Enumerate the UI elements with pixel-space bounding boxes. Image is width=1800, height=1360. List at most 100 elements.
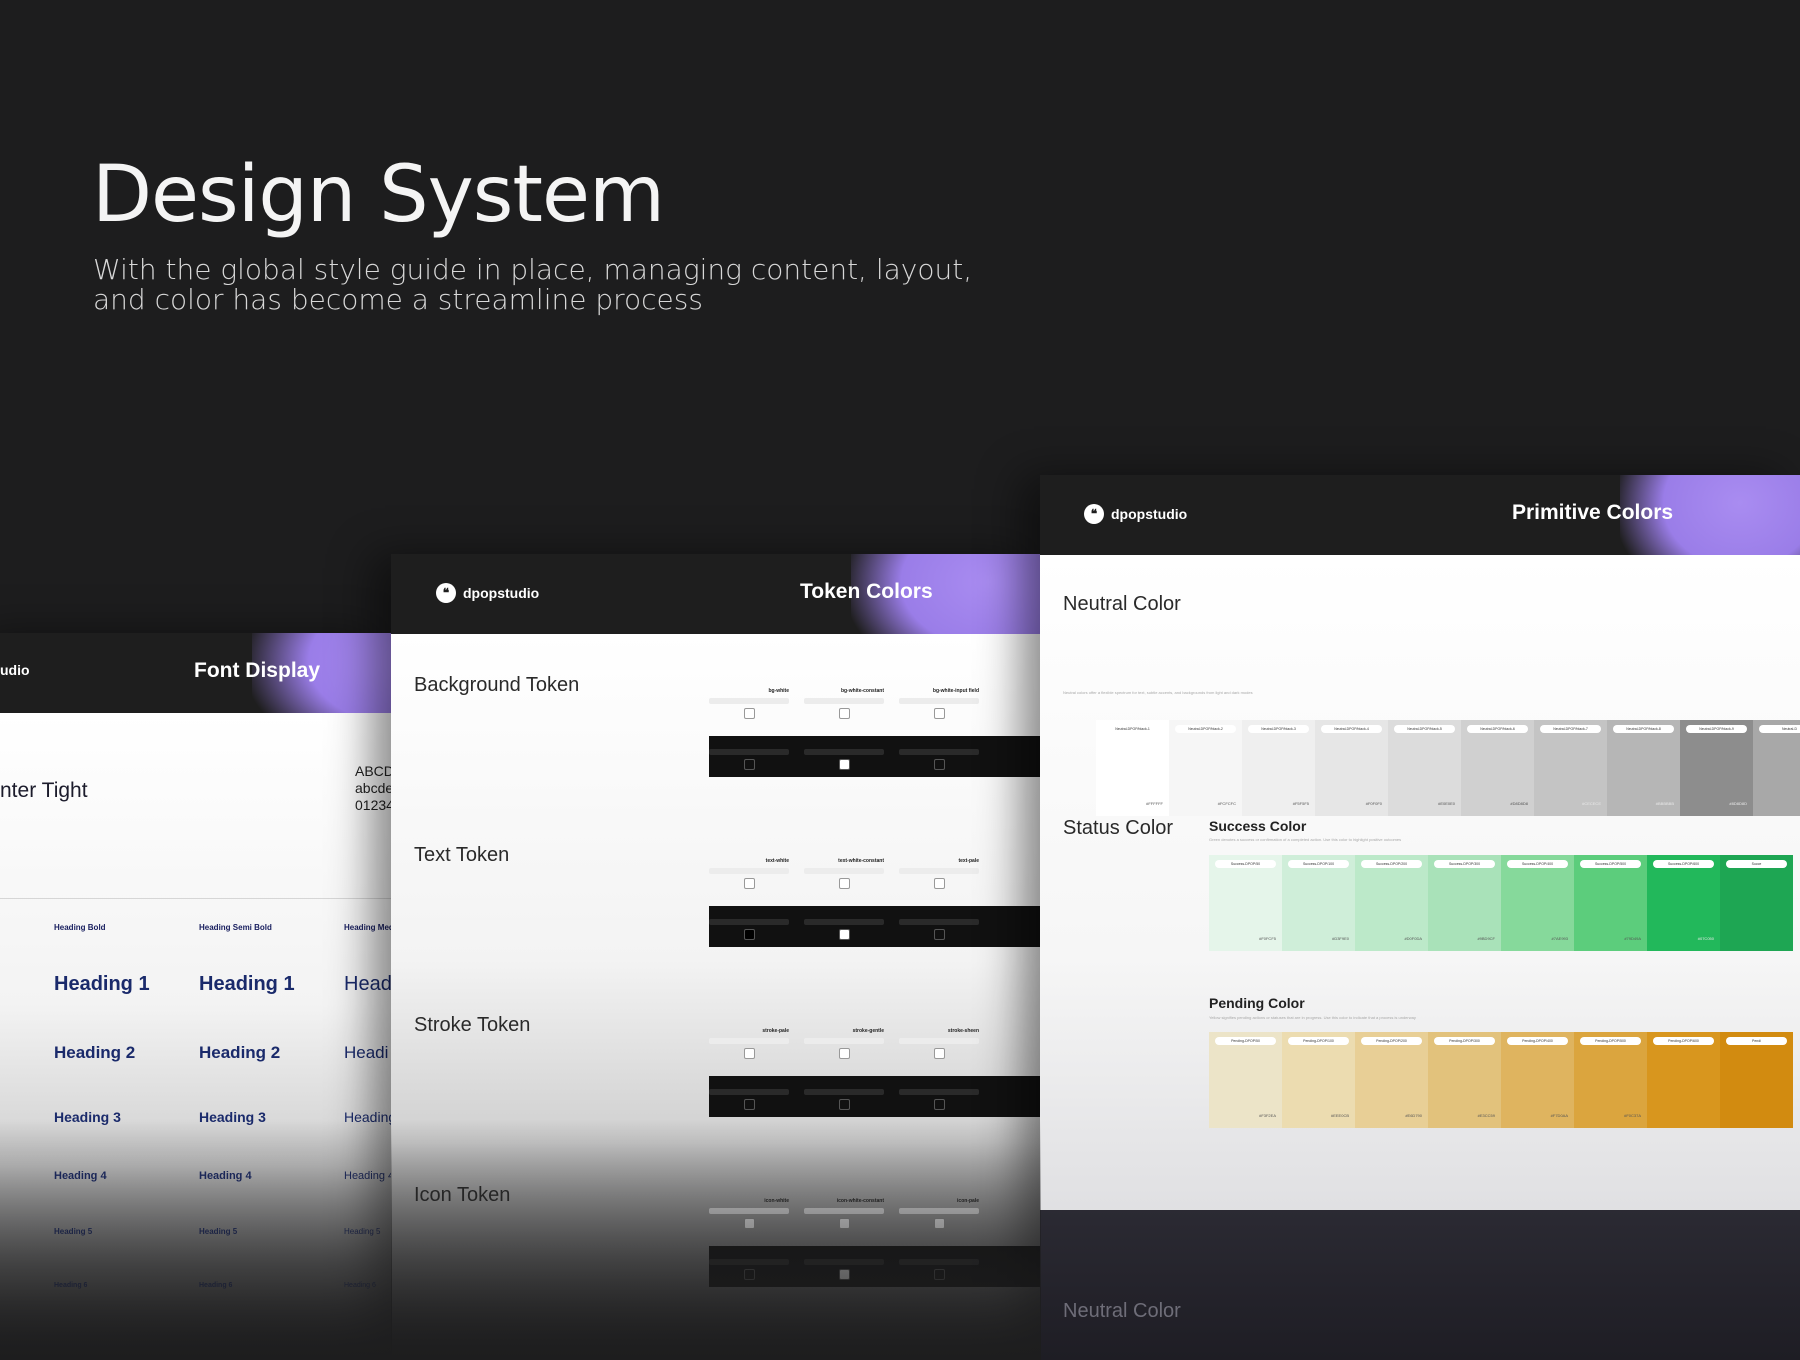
token-swatch	[933, 1099, 945, 1110]
heading-sample: Heading	[344, 1109, 392, 1125]
color-swatch[interactable]: Success-DPOP/50 #F0FCF5	[1209, 855, 1282, 951]
swatch-name: Pending-DPOP/400	[1507, 1037, 1568, 1045]
color-swatch[interactable]: Neutral-DPOP/black-7 #CECECE	[1534, 720, 1607, 816]
token-name: stroke-pale	[762, 1028, 789, 1034]
card-body: Background Token bg-white bg-white-constan…	[391, 634, 1041, 1360]
token-name: text-white	[765, 858, 789, 864]
token-item-dark[interactable]	[899, 915, 979, 940]
swatch-hex: #9BD9CF	[1477, 936, 1495, 941]
swatch-hex: #F0FCF5	[1259, 936, 1276, 941]
heading-sample: Heading 3	[54, 1109, 121, 1125]
color-swatch[interactable]: Success-DPOP/600 #07C050	[1647, 855, 1720, 951]
color-swatch[interactable]: Neutral-DPOP/black-5 #E0E0E0	[1388, 720, 1461, 816]
pending-swatch-row: Pending-DPOP/50 #F3F2EA Pending-DPOP/100 #E…	[1209, 1032, 1793, 1128]
color-swatch[interactable]: Success-DPOP/400 #7AE993	[1501, 855, 1574, 951]
color-swatch[interactable]: Neutral-DPOP/black-4 #F0F0F0	[1315, 720, 1388, 816]
color-swatch[interactable]: Pending-DPOP/600	[1647, 1032, 1720, 1128]
token-item-dark[interactable]	[804, 1255, 884, 1280]
token-swatch	[838, 878, 850, 889]
token-item[interactable]: stroke-pale	[709, 1028, 789, 1059]
color-swatch[interactable]: Neutral-DPOP/black-8 #BBBBBB	[1607, 720, 1680, 816]
token-swatch	[838, 759, 850, 770]
font-display-card[interactable]: udio Font Display nter Tight ABCD abcde …	[0, 633, 392, 1360]
token-item[interactable]: bg-white	[709, 688, 789, 719]
color-swatch[interactable]: Neutral-DPOP/black-9 #8D8D8D	[1680, 720, 1753, 816]
swatch-name: Pending-DPOP/300	[1434, 1037, 1495, 1045]
token-item[interactable]: stroke-sheen	[899, 1028, 979, 1059]
token-grid-dark	[709, 906, 1041, 947]
swatch-hex: #E6D790	[1405, 1113, 1422, 1118]
token-item[interactable]: bg-white-constant	[804, 688, 884, 719]
token-reference-chip	[804, 1259, 884, 1265]
token-reference-chip	[804, 919, 884, 925]
token-item-dark[interactable]	[899, 745, 979, 770]
token-item-dark[interactable]	[709, 745, 789, 770]
token-item-dark[interactable]	[709, 1085, 789, 1110]
swatch-hex: #FFFFFF	[1146, 801, 1163, 806]
color-swatch[interactable]: Pending-DPOP/100 #EEE0CB	[1282, 1032, 1355, 1128]
heading-sample: Heading 1	[54, 973, 150, 995]
token-item-dark[interactable]	[709, 915, 789, 940]
color-swatch[interactable]: Pending-DPOP/200 #E6D790	[1355, 1032, 1428, 1128]
token-item-dark[interactable]	[804, 745, 884, 770]
swatch-hex: #BBBBBB	[1655, 801, 1674, 806]
color-swatch[interactable]: Neutral-DPOP/black-6 #D8D8D8	[1461, 720, 1534, 816]
color-swatch[interactable]: Success-DPOP/100 #D3F9E0	[1282, 855, 1355, 951]
token-swatch	[838, 1048, 850, 1059]
token-item[interactable]: icon-white	[709, 1198, 789, 1229]
token-colors-card[interactable]: ❝ dpopstudio Token Colors Background Tok…	[391, 554, 1041, 1360]
token-swatch	[933, 759, 945, 770]
swatch-name: Neutral-DPOP/black-6	[1467, 725, 1528, 733]
token-swatch	[838, 708, 850, 719]
color-swatch[interactable]: Succe	[1720, 855, 1793, 951]
token-swatch	[838, 1218, 850, 1229]
section-description: Yellow signifies pending actions or stat…	[1209, 1015, 1416, 1020]
token-reference-chip	[709, 1089, 789, 1095]
token-item[interactable]: stroke-gentle	[804, 1028, 884, 1059]
token-item-dark[interactable]	[804, 915, 884, 940]
heading-sample: Heading 2	[199, 1043, 281, 1062]
token-item-dark[interactable]	[899, 1255, 979, 1280]
color-swatch[interactable]: Success-DPOP/200 #D0F0DA	[1355, 855, 1428, 951]
swatch-name: Succe	[1726, 860, 1787, 868]
token-section-title: Stroke Token	[414, 1014, 531, 1036]
token-item[interactable]: text-white-constant	[804, 858, 884, 889]
token-reference-chip	[899, 1208, 979, 1214]
color-swatch[interactable]: Pending-DPOP/50 #F3F2EA	[1209, 1032, 1282, 1128]
token-item-dark[interactable]	[899, 1085, 979, 1110]
color-swatch[interactable]: Neutral-DPOP/black-1 #FFFFFF	[1096, 720, 1169, 816]
color-swatch[interactable]: Pendi	[1720, 1032, 1793, 1128]
token-reference-chip	[709, 1038, 789, 1044]
token-swatch	[933, 929, 945, 940]
font-column-heading: Heading Bold	[54, 923, 106, 932]
swatch-name: Neutral-DPOP/black-5	[1394, 725, 1455, 733]
color-swatch[interactable]: Neutral-D	[1753, 720, 1800, 816]
card-title: Token Colors	[800, 580, 933, 603]
color-swatch[interactable]: Success-DPOP/500 #79D49A	[1574, 855, 1647, 951]
token-item[interactable]: icon-pale	[899, 1198, 979, 1229]
swatch-name: Success-DPOP/300	[1434, 860, 1495, 868]
token-swatch	[933, 1269, 945, 1280]
section-title-neutral-dark: Neutral Color	[1063, 1300, 1181, 1322]
primitive-colors-card[interactable]: ❝ dpopstudio Primitive Colors Neutral Co…	[1040, 475, 1800, 1360]
swatch-name: Neutral-DPOP/black-2	[1175, 725, 1236, 733]
token-reference-chip	[709, 749, 789, 755]
token-name: icon-white-constant	[836, 1198, 884, 1204]
token-item-dark[interactable]	[709, 1255, 789, 1280]
color-swatch[interactable]: Pending-DPOP/300 #E3CC59	[1428, 1032, 1501, 1128]
color-swatch[interactable]: Pending-DPOP/400 #F7D0AA	[1501, 1032, 1574, 1128]
token-item-dark[interactable]	[804, 1085, 884, 1110]
token-item[interactable]: text-pale	[899, 858, 979, 889]
token-swatch	[743, 1269, 755, 1280]
font-column-heading: Heading Med	[344, 923, 392, 932]
token-item[interactable]: icon-white-constant	[804, 1198, 884, 1229]
color-swatch[interactable]: Neutral-DPOP/black-3 #F5F5F5	[1242, 720, 1315, 816]
token-item[interactable]: bg-white-input field	[899, 688, 979, 719]
color-swatch[interactable]: Success-DPOP/300 #9BD9CF	[1428, 855, 1501, 951]
color-swatch[interactable]: Neutral-DPOP/black-2 #FCFCFC	[1169, 720, 1242, 816]
swatch-hex: #D8D8D8	[1510, 801, 1528, 806]
color-swatch[interactable]: Pending-DPOP/500 #F0C37A	[1574, 1032, 1647, 1128]
token-item[interactable]: text-white	[709, 858, 789, 889]
swatch-name: Pending-DPOP/600	[1653, 1037, 1714, 1045]
heading-sample: Heading 5	[54, 1227, 93, 1236]
